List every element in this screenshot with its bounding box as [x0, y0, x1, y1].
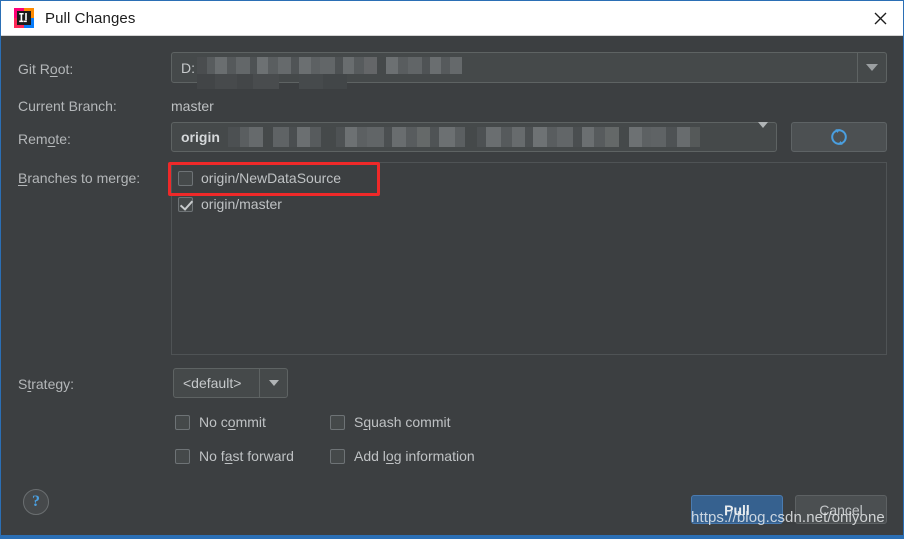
refresh-icon: [831, 129, 847, 145]
branch-name: origin/NewDataSource: [201, 170, 342, 186]
pull-button-label: Pull: [724, 501, 750, 518]
current-branch-label: Current Branch:: [18, 98, 117, 114]
add-log-information-checkbox[interactable]: [330, 448, 345, 464]
cancel-button[interactable]: Cancel: [795, 495, 887, 524]
title-bar: Pull Changes: [1, 1, 903, 36]
option-no-commit[interactable]: No commit: [175, 414, 266, 430]
remote-dropdown-icon[interactable]: [758, 122, 768, 146]
option-squash-commit[interactable]: Squash commit: [330, 414, 451, 430]
branch-checkbox[interactable]: [178, 170, 193, 186]
no-commit-checkbox[interactable]: [175, 414, 190, 430]
remote-redaction: [228, 127, 756, 147]
help-icon: ?: [32, 493, 40, 510]
strategy-label: Strategy:: [18, 376, 75, 392]
branches-to-merge-label: Branches to merge:: [18, 170, 141, 186]
git-root-value: D:: [181, 59, 195, 76]
git-root-combo[interactable]: D:: [171, 52, 887, 89]
close-icon: [874, 12, 886, 24]
branch-checkbox[interactable]: [178, 196, 193, 212]
cancel-button-label: Cancel: [819, 501, 863, 518]
intellij-idea-icon: [14, 8, 34, 28]
option-label: No commit: [199, 414, 266, 430]
help-button[interactable]: ?: [23, 489, 49, 515]
git-root-redaction-overflow: [197, 74, 347, 89]
option-add-log-information[interactable]: Add log information: [330, 448, 475, 464]
option-label: No fast forward: [199, 448, 294, 464]
branch-item-new-data-source[interactable]: origin/NewDataSource: [172, 167, 341, 189]
bottom-accent-line: [1, 535, 903, 538]
branch-name: origin/master: [201, 196, 282, 212]
option-label: Squash commit: [354, 414, 451, 430]
remote-label: Remote:: [18, 131, 71, 147]
refresh-remotes-button[interactable]: [791, 122, 887, 152]
no-fast-forward-checkbox[interactable]: [175, 448, 190, 464]
squash-commit-checkbox[interactable]: [330, 414, 345, 430]
current-branch-value: master: [171, 98, 214, 114]
chevron-down-icon: [268, 380, 279, 386]
git-root-dropdown-button[interactable]: [857, 53, 886, 82]
chevron-down-icon: [866, 64, 878, 71]
branch-item-master[interactable]: origin/master: [172, 193, 282, 215]
pull-changes-dialog: Pull Changes Git Root: D: Current Branch…: [0, 0, 904, 539]
strategy-combo[interactable]: <default>: [173, 368, 288, 398]
remote-combo[interactable]: origin: [171, 122, 777, 152]
strategy-dropdown-button[interactable]: [259, 369, 287, 397]
option-label: Add log information: [354, 448, 475, 464]
close-button[interactable]: [857, 1, 903, 35]
git-root-redaction: [197, 57, 472, 74]
window-title: Pull Changes: [45, 9, 136, 27]
dialog-body: Git Root: D: Current Branch: master Remo…: [1, 36, 903, 538]
option-no-fast-forward[interactable]: No fast forward: [175, 448, 294, 464]
remote-value: origin: [181, 129, 220, 145]
pull-button[interactable]: Pull: [691, 495, 783, 524]
branches-list[interactable]: origin/NewDataSource origin/master: [171, 162, 887, 355]
git-root-label: Git Root:: [18, 61, 74, 77]
strategy-value: <default>: [183, 375, 242, 391]
